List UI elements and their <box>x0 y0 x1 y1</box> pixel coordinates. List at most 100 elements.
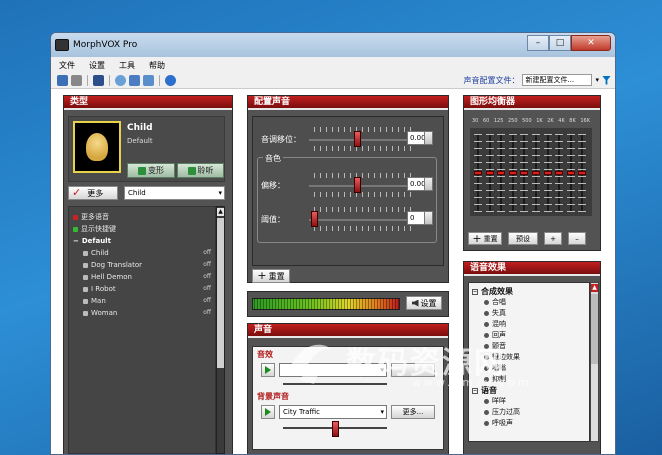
fx-item[interactable]: 镶边效果 <box>472 352 586 363</box>
image-icon[interactable] <box>143 75 154 86</box>
tree-item-dog-translator[interactable]: Dog Translator off <box>73 259 211 271</box>
eq-band-slider[interactable] <box>532 134 540 212</box>
eq-slider-thumb[interactable] <box>578 171 587 175</box>
sound-effect-more-button[interactable] <box>391 363 435 377</box>
tree-group-default[interactable]: − Default <box>73 235 211 247</box>
menu-settings[interactable]: 设置 <box>89 60 105 71</box>
tree-item-show-shortcuts[interactable]: 显示快捷键 <box>73 223 211 235</box>
eq-band-slider[interactable] <box>474 134 482 212</box>
eq-band-slider[interactable] <box>555 134 564 212</box>
filter-icon[interactable] <box>602 75 611 85</box>
eq-slider-thumb[interactable] <box>474 171 482 175</box>
help-icon[interactable] <box>165 75 176 86</box>
menu-help[interactable]: 帮助 <box>149 60 165 71</box>
play-button[interactable] <box>261 363 275 377</box>
scroll-thumb[interactable] <box>217 218 224 368</box>
fx-item[interactable]: 失真 <box>472 308 586 319</box>
menu-tools[interactable]: 工具 <box>119 60 135 71</box>
minimize-button[interactable]: – <box>527 35 549 51</box>
profile-select[interactable]: Child ▾ <box>124 186 225 200</box>
fx-item[interactable]: 压力过高 <box>472 407 586 418</box>
clock-icon[interactable] <box>115 75 126 86</box>
fx-label: 颤音 <box>492 342 506 350</box>
eq-preset-button[interactable]: 预设 <box>508 232 538 245</box>
eq-slider-thumb[interactable] <box>520 171 529 175</box>
strength-slider-thumb[interactable] <box>353 177 361 193</box>
strength-value[interactable]: 0.00 <box>407 177 433 191</box>
scroll-up-icon[interactable]: ▲ <box>217 208 224 216</box>
pitch-value[interactable]: 0.00 <box>407 131 433 145</box>
tree-item-woman[interactable]: Woman off <box>73 307 211 319</box>
eq-band-label: 250 <box>507 118 518 124</box>
fx-category[interactable]: − 语音 <box>472 385 586 396</box>
background-select[interactable]: City Traffic ▾ <box>279 405 387 419</box>
mute-button[interactable]: 设置 <box>406 296 442 310</box>
eq-slider-thumb[interactable] <box>566 171 575 175</box>
effect-icon <box>484 344 489 349</box>
fx-item[interactable]: 颤音 <box>472 341 586 352</box>
fx-item[interactable]: 合唱 <box>472 297 586 308</box>
eq-reset-button[interactable]: + 重置 <box>468 232 502 245</box>
close-button[interactable]: ✕ <box>571 35 611 51</box>
effect-volume-track[interactable] <box>283 383 387 385</box>
open-icon[interactable] <box>57 75 68 86</box>
tree-scrollbar[interactable]: ▲ <box>216 206 225 454</box>
eq-slider-thumb[interactable] <box>532 171 540 175</box>
chart-icon[interactable] <box>129 75 140 86</box>
fx-scrollbar[interactable]: ▲ <box>590 282 599 442</box>
fx-item[interactable]: 咩咩 <box>472 396 586 407</box>
fx-category[interactable]: − 合成效果 <box>472 286 586 297</box>
voice-file-select[interactable]: 新建配置文件... <box>522 74 593 86</box>
eq-remove-button[interactable]: – <box>568 232 586 245</box>
save-icon[interactable] <box>71 75 82 86</box>
eq-band-slider[interactable] <box>543 134 552 212</box>
fx-item[interactable]: 回声 <box>472 330 586 341</box>
eq-band-slider[interactable] <box>578 134 587 212</box>
background-more-button[interactable]: 更多... <box>391 405 435 419</box>
maximize-button[interactable]: □ <box>549 35 571 51</box>
tree-label: Hell Demon <box>91 273 132 281</box>
tree-item-man[interactable]: Man off <box>73 295 211 307</box>
tune-reset-button[interactable]: + 重置 <box>252 269 290 283</box>
eq-band-slider[interactable] <box>566 134 575 212</box>
sound-effect-row: ▾ <box>261 363 435 377</box>
eq-slider-thumb[interactable] <box>497 171 506 175</box>
fx-item[interactable]: 抑制 <box>472 374 586 385</box>
tree-item-hell-demon[interactable]: Hell Demon off <box>73 271 211 283</box>
eq-slider-thumb[interactable] <box>485 171 494 175</box>
play-button[interactable] <box>261 405 275 419</box>
eq-band-slider[interactable] <box>520 134 529 212</box>
fx-item[interactable]: 呼吸声 <box>472 418 586 429</box>
tree-item-more-voices[interactable]: 更多语音 <box>73 211 211 223</box>
eq-slider-thumb[interactable] <box>543 171 552 175</box>
pitch-slider-thumb[interactable] <box>353 131 361 147</box>
chevron-down-icon[interactable]: ▾ <box>595 76 599 84</box>
morph-button[interactable]: 变形 <box>127 163 175 178</box>
more-voices-button[interactable]: ✓ 更多 <box>68 186 118 200</box>
eq-slider-thumb[interactable] <box>508 171 517 175</box>
title-bar[interactable]: MorphVOX Pro – □ ✕ <box>51 33 615 57</box>
eq-band-slider[interactable] <box>508 134 517 212</box>
listen-button[interactable]: 聆听 <box>177 163 224 178</box>
sound-effect-select[interactable]: ▾ <box>279 363 387 377</box>
strength-track[interactable] <box>309 185 413 187</box>
scroll-thumb[interactable] <box>591 294 598 364</box>
threshold-value[interactable]: 0 <box>407 211 433 225</box>
background-volume-thumb[interactable] <box>331 421 339 437</box>
threshold-slider-thumb[interactable] <box>310 211 318 227</box>
eq-slider-thumb[interactable] <box>555 171 564 175</box>
eq-band-slider[interactable] <box>497 134 506 212</box>
morph-icon[interactable] <box>93 75 104 86</box>
pitch-track[interactable] <box>309 139 413 141</box>
tree-item-i-robot[interactable]: I Robot off <box>73 283 211 295</box>
scroll-up-icon[interactable]: ▲ <box>591 284 598 292</box>
fx-item[interactable]: 嗡嗡 <box>472 363 586 374</box>
tree-item-child[interactable]: Child off <box>73 247 211 259</box>
fx-label: 镶边效果 <box>492 353 520 361</box>
fx-item[interactable]: 混响 <box>472 319 586 330</box>
eq-add-button[interactable]: + <box>544 232 562 245</box>
eq-band-slider[interactable] <box>485 134 494 212</box>
eq-band-label: 500 <box>522 118 532 124</box>
menu-file[interactable]: 文件 <box>59 60 75 71</box>
threshold-track[interactable] <box>309 219 413 221</box>
